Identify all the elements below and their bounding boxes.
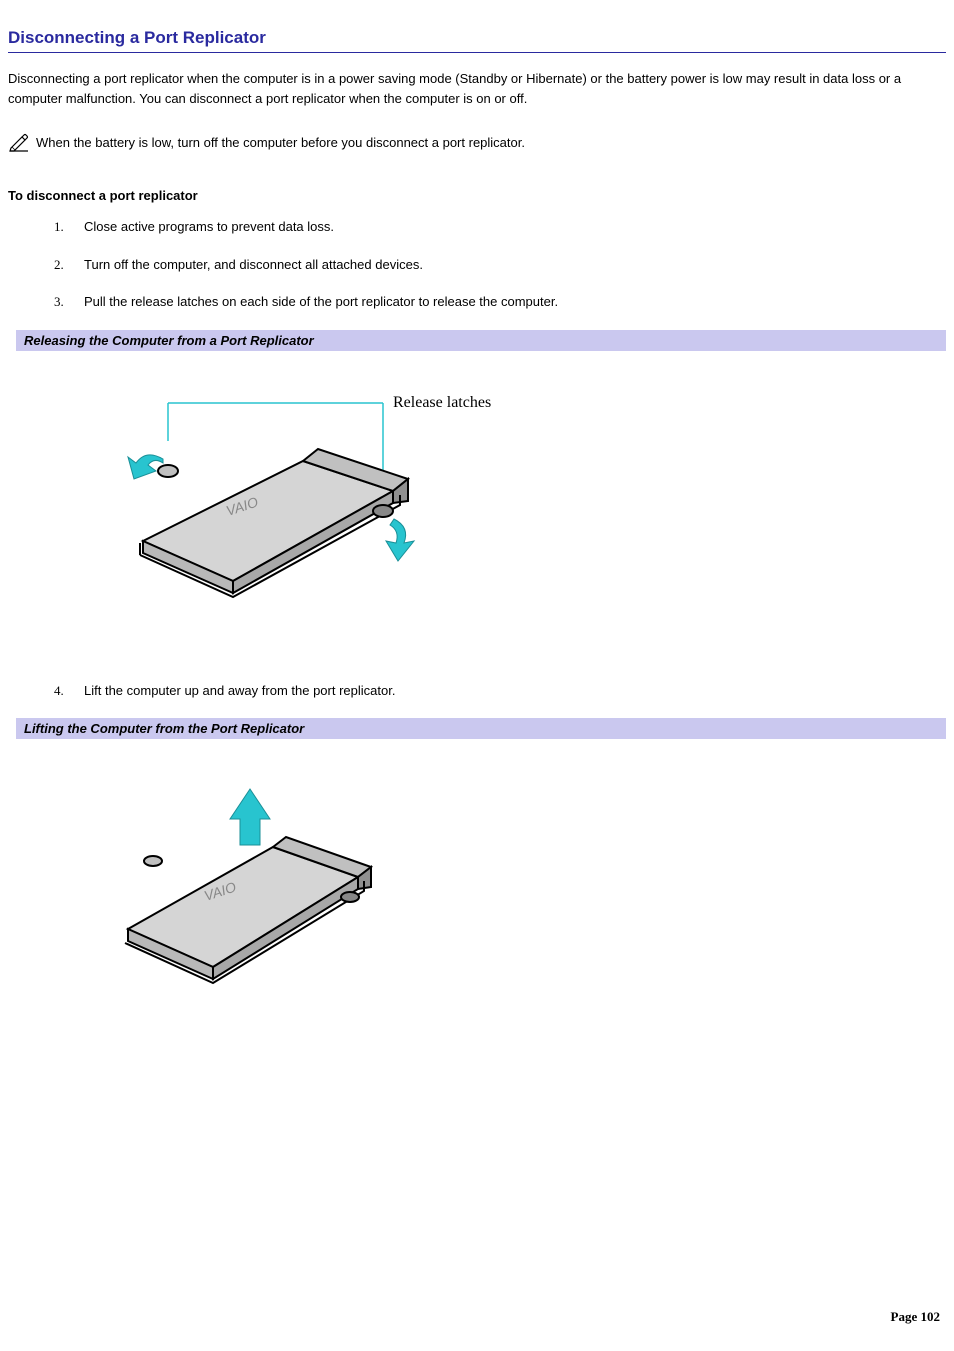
step-3: Pull the release latches on each side of… xyxy=(66,292,946,312)
figure-2: VAIO xyxy=(8,769,946,1009)
step-4: Lift the computer up and away from the p… xyxy=(66,681,946,701)
note-block: When the battery is low, turn off the co… xyxy=(8,132,946,152)
procedure-heading: To disconnect a port replicator xyxy=(8,188,946,203)
page-number: Page 102 xyxy=(8,1309,946,1325)
intro-paragraph: Disconnecting a port replicator when the… xyxy=(8,69,946,108)
note-text: When the battery is low, turn off the co… xyxy=(36,133,525,153)
section-heading: Disconnecting a Port Replicator xyxy=(8,28,946,48)
heading-rule xyxy=(8,52,946,53)
callout-release-latches: Release latches xyxy=(393,394,491,411)
figure-caption-1: Releasing the Computer from a Port Repli… xyxy=(16,330,946,351)
figure-caption-2: Lifting the Computer from the Port Repli… xyxy=(16,718,946,739)
step-2: Turn off the computer, and disconnect al… xyxy=(66,255,946,275)
steps-list-continued: Lift the computer up and away from the p… xyxy=(8,681,946,701)
steps-list: Close active programs to prevent data lo… xyxy=(8,217,946,312)
write-note-icon xyxy=(8,132,30,152)
figure-1: Release latches VAIO xyxy=(8,371,946,631)
step-1: Close active programs to prevent data lo… xyxy=(66,217,946,237)
